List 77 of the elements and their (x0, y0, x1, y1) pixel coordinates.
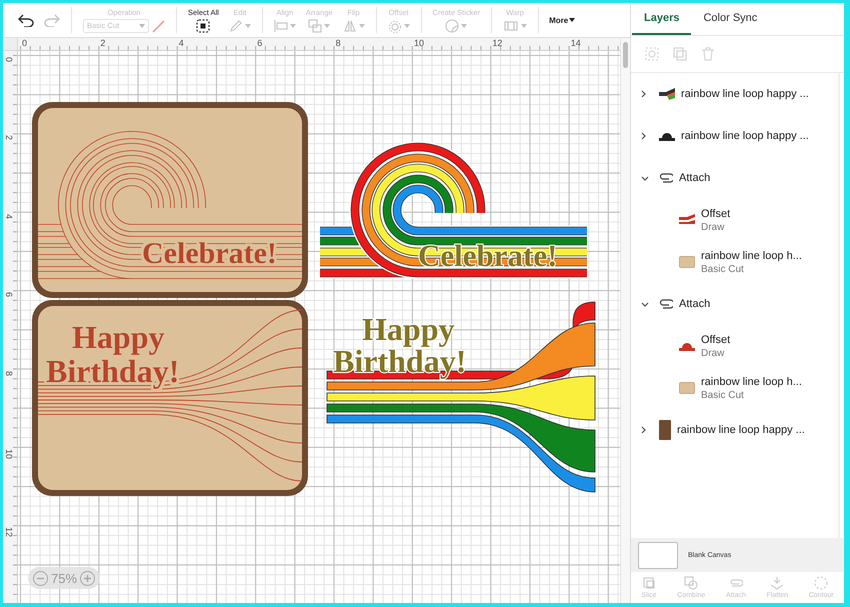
layer-operation: Basic Cut (701, 264, 745, 274)
layer-name[interactable]: rainbow line loop happy ... (677, 424, 805, 436)
ruler-number: 14 (570, 39, 581, 48)
caret-icon (139, 24, 145, 28)
group-icon (645, 47, 659, 61)
offset-icon (388, 18, 402, 32)
caret-icon (244, 24, 251, 28)
ruler-number: 10 (4, 449, 13, 460)
script-lettering: Happy (72, 319, 164, 355)
panel-tab[interactable]: Layers (632, 3, 692, 35)
ruler-number: 6 (257, 39, 262, 48)
caret-icon (358, 24, 365, 28)
layer-thumbnail-icon (659, 88, 675, 100)
delete-icon (701, 47, 715, 61)
scrollbar-thumb[interactable] (623, 42, 628, 68)
ruler-number: 0 (4, 57, 13, 62)
paperclip-icon (659, 299, 673, 309)
panel-tab[interactable]: Color Sync (691, 3, 770, 35)
arrange-icon (308, 18, 322, 32)
sticker-icon (445, 18, 460, 32)
action-icon (642, 576, 656, 590)
ruler-number: 10 (414, 39, 424, 48)
undo-icon (18, 13, 34, 27)
layer-name[interactable]: rainbow line loop h... (701, 376, 802, 388)
layer-thumbnail-icon (679, 256, 695, 268)
canvas-thumbnail[interactable] (638, 542, 678, 568)
action-icon (770, 576, 784, 590)
layer-name[interactable]: Attach (679, 298, 710, 310)
caret-icon (461, 24, 468, 28)
redo-icon (44, 13, 60, 27)
layer-operation: Draw (701, 348, 726, 358)
layer-name[interactable]: Attach (679, 172, 710, 184)
select-all-icon (196, 18, 210, 32)
chevron-down-icon (641, 302, 649, 306)
caret-icon (569, 18, 576, 22)
chevron-right-icon (641, 90, 646, 98)
more-menu-button[interactable]: More (545, 16, 580, 24)
ruler-number: 8 (336, 39, 341, 48)
layer-thumbnail-icon (659, 420, 671, 440)
ruler-number: 12 (4, 527, 13, 538)
layer-thumbnail-icon (679, 382, 695, 394)
zoom-level: 75% (51, 570, 78, 586)
layer-thumbnail-icon (679, 214, 695, 226)
caret-icon (404, 24, 410, 28)
action-icon (814, 576, 828, 590)
chevron-right-icon (641, 132, 646, 140)
layer-operation: Draw (701, 222, 726, 232)
ruler-number: 0 (22, 39, 28, 48)
layer-operation: Basic Cut (701, 390, 745, 400)
layer-name[interactable]: Offset (701, 208, 730, 220)
layer-name[interactable]: rainbow line loop happy ... (681, 130, 809, 142)
flip-icon (342, 18, 357, 32)
ruler-number: 6 (4, 292, 13, 298)
ruler-number: 8 (4, 370, 13, 376)
plus-icon (84, 574, 92, 582)
ruler-number: 2 (4, 135, 13, 140)
ruler-number: 4 (4, 214, 13, 219)
pen-slash-icon (151, 18, 165, 32)
ruler-number: 4 (178, 39, 184, 48)
pencil-icon (228, 18, 243, 32)
duplicate-icon (673, 47, 687, 61)
layer-thumbnail-icon (659, 131, 675, 141)
paperclip-icon (659, 173, 673, 183)
chevron-right-icon (641, 426, 646, 434)
ruler-number: 12 (492, 39, 502, 48)
caret-icon (324, 24, 330, 28)
layer-name[interactable]: Offset (701, 334, 730, 346)
layer-thumbnail-icon (679, 341, 695, 351)
chevron-down-icon (641, 176, 649, 180)
layer-name[interactable]: rainbow line loop h... (701, 250, 802, 262)
ruler-number: 2 (100, 39, 106, 48)
caret-icon (290, 24, 296, 28)
action-icon (684, 576, 698, 590)
align-icon (274, 18, 288, 32)
caret-icon (521, 24, 528, 28)
warp-icon (503, 18, 520, 32)
layer-name[interactable]: rainbow line loop happy ... (681, 88, 809, 100)
